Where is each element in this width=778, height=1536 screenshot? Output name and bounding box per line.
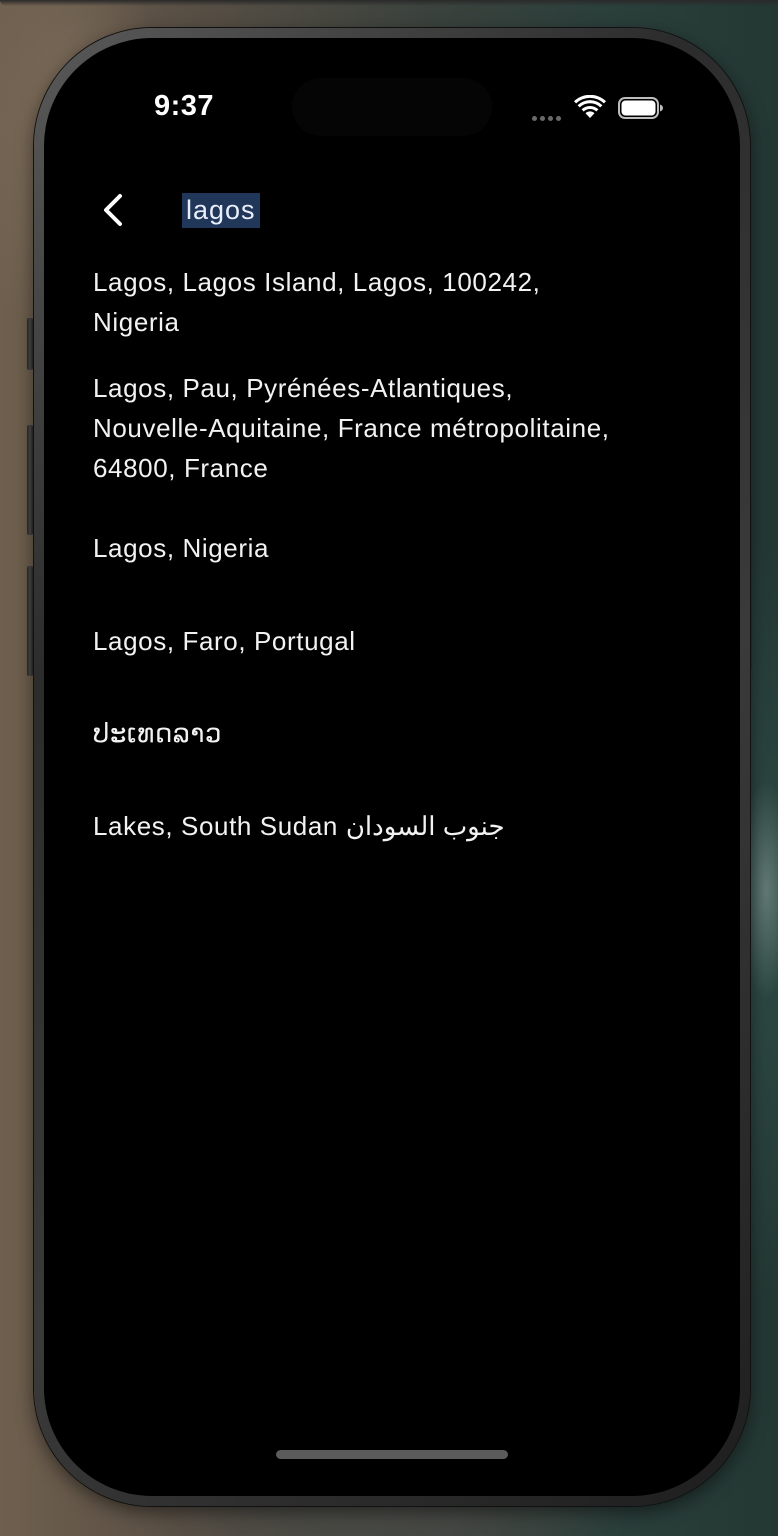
list-item[interactable]: Lagos, Nigeria [93,528,693,568]
result-line: Lagos, Faro, Portugal [93,626,356,656]
result-line: Nouvelle-Aquitaine, France métropolitain… [93,413,610,443]
list-item[interactable]: Lagos, Faro, Portugal [93,621,693,661]
list-item[interactable]: Lagos, Pau, Pyrénées-Atlantiques, Nouvel… [93,368,693,488]
status-time: 9:37 [154,90,215,122]
result-line: Lagos, Nigeria [93,533,270,563]
navigation-bar: lagos [44,178,740,238]
list-item[interactable]: Lakes, South Sudan جنوب السودان [93,806,693,846]
result-line: Lagos, Pau, Pyrénées-Atlantiques, [93,373,514,403]
result-line: Lagos, Lagos Island, Lagos, 100242, [93,267,541,297]
phone-frame: 9:37 lagos Lagos, Lagos Island, Lagos, 1… [34,28,750,1506]
dynamic-island [292,78,492,136]
action-button [27,318,33,370]
window-top-edge [0,0,778,6]
back-button[interactable] [96,188,136,232]
phone-screen: 9:37 lagos Lagos, Lagos Island, Lagos, 1… [44,38,740,1496]
search-results-list: Lagos, Lagos Island, Lagos, 100242, Nige… [93,262,693,846]
result-line: Nigeria [93,307,180,337]
result-line: ປະເທດລາວ [93,718,223,748]
search-query-text: lagos [182,192,260,228]
signal-dots-icon [532,116,561,121]
result-line: Lakes, South Sudan جنوب السودان [93,811,505,841]
battery-icon [618,97,663,119]
volume-up-button [27,425,33,535]
status-bar: 9:37 [44,38,740,168]
search-input[interactable]: lagos [182,190,260,230]
result-line: 64800, France [93,453,269,483]
chevron-left-icon [104,194,122,226]
home-indicator[interactable] [276,1450,508,1459]
list-item[interactable]: ປະເທດລາວ [93,713,693,753]
list-item[interactable]: Lagos, Lagos Island, Lagos, 100242, Nige… [93,262,693,342]
wifi-icon [574,95,606,118]
volume-down-button [27,566,33,676]
